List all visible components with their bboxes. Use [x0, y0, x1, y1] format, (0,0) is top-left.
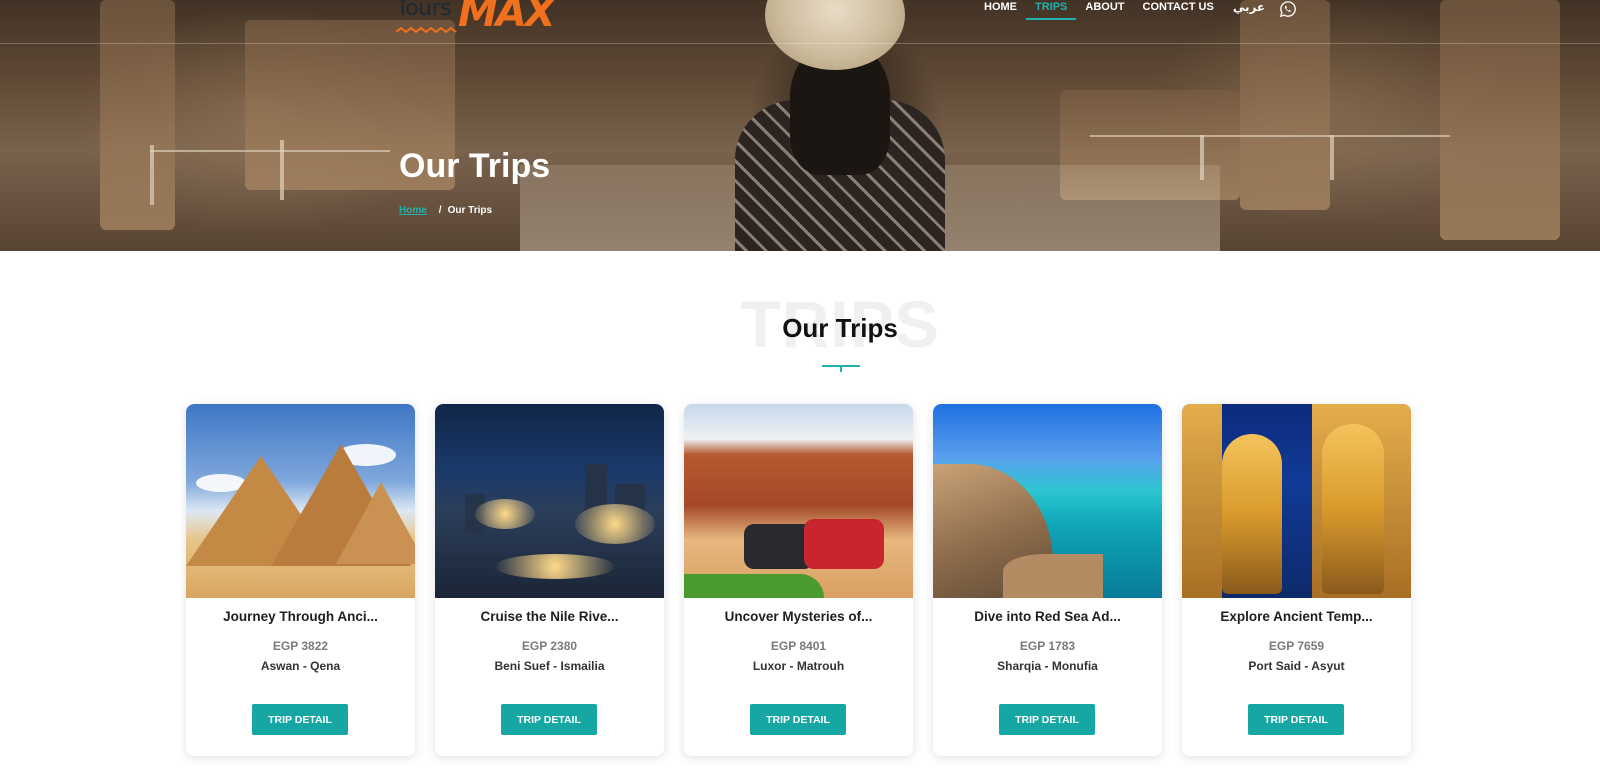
barrier-post	[280, 140, 284, 200]
trip-detail-button[interactable]: TRIP DETAIL	[501, 704, 597, 735]
trip-detail-button[interactable]: TRIP DETAIL	[750, 704, 846, 735]
breadcrumb-home-link[interactable]: Home	[399, 205, 427, 216]
language-switch[interactable]: عربي	[1223, 0, 1275, 14]
barrier-post	[1200, 135, 1204, 180]
trip-cards: Journey Through Anci... EGP 3822 Aswan -…	[186, 404, 1411, 756]
quad-bike-front	[684, 574, 824, 598]
trip-price: EGP 7659	[1268, 639, 1325, 653]
trip-card: Uncover Mysteries of... EGP 8401 Luxor -…	[684, 404, 913, 756]
trip-title: Uncover Mysteries of...	[724, 609, 873, 624]
trip-title: Dive into Red Sea Ad...	[974, 609, 1121, 624]
trip-route: Sharqia - Monufia	[997, 659, 1098, 673]
nav-contact-us[interactable]: CONTACT US	[1134, 0, 1223, 18]
city-lights	[575, 504, 655, 544]
trip-card: Explore Ancient Temp... EGP 7659 Port Sa…	[1182, 404, 1411, 756]
nav-trips[interactable]: TRIPS	[1026, 0, 1077, 20]
breadcrumb-separator: /	[438, 205, 442, 216]
breadcrumb-current: Our Trips	[447, 205, 493, 216]
beach	[1003, 554, 1103, 598]
trip-image-quads[interactable]	[684, 404, 913, 598]
trip-image-nile[interactable]	[435, 404, 664, 598]
rope-barrier	[1090, 135, 1450, 137]
trip-price: EGP 1783	[1019, 639, 1076, 653]
nav-about[interactable]: ABOUT	[1076, 0, 1133, 18]
trip-detail-button[interactable]: TRIP DETAIL	[999, 704, 1095, 735]
trip-image-temple[interactable]	[1182, 404, 1411, 598]
logo-text: Tours	[396, 0, 452, 21]
whatsapp-icon[interactable]	[1279, 0, 1297, 18]
section-title: Our Trips	[782, 313, 898, 343]
title-underline-tick	[840, 365, 842, 372]
site-logo[interactable]: Tours MAX	[396, 0, 556, 46]
nav-home[interactable]: HOME	[975, 0, 1026, 18]
trip-title: Cruise the Nile Rive...	[480, 609, 619, 624]
trip-detail-button[interactable]: TRIP DETAIL	[1248, 704, 1344, 735]
rope-barrier	[150, 150, 390, 152]
trip-price: EGP 2380	[521, 639, 578, 653]
pyramid	[336, 482, 415, 564]
temple-wall	[1182, 404, 1222, 598]
main-nav: HOME TRIPS ABOUT CONTACT US عربي	[975, 0, 1297, 22]
hero-banner: Tours MAX HOME TRIPS ABOUT CONTACT US عر…	[0, 0, 1600, 251]
quad-bike	[804, 519, 884, 569]
statue	[1222, 434, 1282, 594]
trip-price: EGP 3822	[272, 639, 329, 653]
trip-card: Dive into Red Sea Ad... EGP 1783 Sharqia…	[933, 404, 1162, 756]
breadcrumb: Home / Our Trips	[399, 205, 492, 216]
city-lights	[475, 499, 535, 529]
bridge-lights	[495, 554, 615, 579]
trip-route: Aswan - Qena	[260, 659, 341, 673]
logo-wave-icon	[396, 26, 457, 34]
trip-image-red-sea[interactable]	[933, 404, 1162, 598]
trip-route: Port Said - Asyut	[1248, 659, 1345, 673]
trip-image-pyramids[interactable]	[186, 404, 415, 598]
trip-route: Beni Suef - Ismailia	[494, 659, 605, 673]
trip-title: Explore Ancient Temp...	[1220, 609, 1373, 624]
trip-card: Cruise the Nile Rive... EGP 2380 Beni Su…	[435, 404, 664, 756]
trip-price: EGP 8401	[770, 639, 827, 653]
trip-route: Luxor - Matrouh	[752, 659, 845, 673]
barrier-post	[150, 145, 154, 205]
page-title: Our Trips	[399, 147, 551, 185]
trip-title: Journey Through Anci...	[223, 609, 378, 624]
navbar: Tours MAX HOME TRIPS ABOUT CONTACT US عر…	[0, 0, 1600, 44]
trip-card: Journey Through Anci... EGP 3822 Aswan -…	[186, 404, 415, 756]
trip-detail-button[interactable]: TRIP DETAIL	[252, 704, 348, 735]
logo-max-text: MAX	[458, 0, 556, 36]
barrier-post	[1330, 135, 1334, 180]
statue	[1322, 424, 1384, 594]
